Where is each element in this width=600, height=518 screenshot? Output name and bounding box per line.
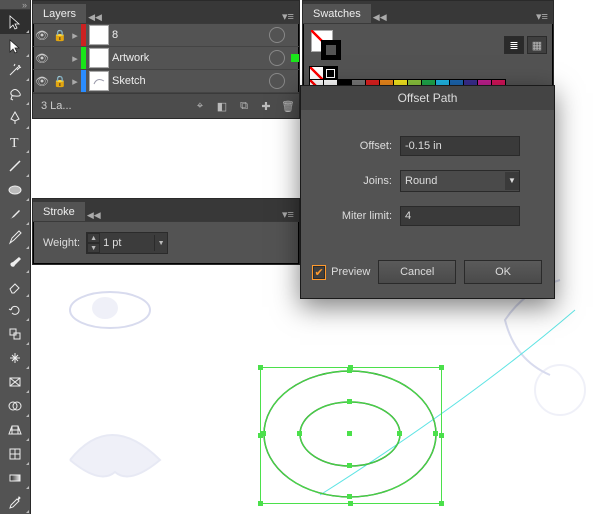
swatch-list-view-icon[interactable]: ≣ bbox=[504, 36, 524, 54]
panel-collapse-icon[interactable]: ◀◀ bbox=[87, 210, 101, 221]
offset-input[interactable] bbox=[400, 136, 520, 156]
lock-icon[interactable]: 🔒 bbox=[51, 75, 69, 88]
tab-stroke[interactable]: Stroke bbox=[33, 202, 85, 221]
direct-selection-tool[interactable] bbox=[0, 34, 30, 58]
blob-brush-tool[interactable] bbox=[0, 250, 30, 274]
dropdown-icon[interactable]: ▼ bbox=[154, 235, 167, 251]
panel-menu-icon[interactable]: ▾≡ bbox=[277, 208, 299, 221]
layer-name[interactable]: Artwork bbox=[112, 52, 269, 64]
pencil-tool[interactable] bbox=[0, 226, 30, 250]
swatches-row-top bbox=[309, 66, 547, 80]
joins-label: Joins: bbox=[317, 175, 392, 187]
preview-label: Preview bbox=[331, 266, 370, 278]
joins-value: Round bbox=[405, 175, 437, 187]
layer-row[interactable]: 👁🔒▸ Sketch bbox=[33, 70, 299, 93]
gradient-tool[interactable] bbox=[0, 466, 30, 490]
offset-label: Offset: bbox=[317, 140, 392, 152]
line-tool[interactable] bbox=[0, 154, 30, 178]
miter-limit-label: Miter limit: bbox=[317, 210, 392, 222]
tab-layers[interactable]: Layers bbox=[33, 4, 86, 23]
lasso-tool[interactable] bbox=[0, 82, 30, 106]
eraser-tool[interactable] bbox=[0, 274, 30, 298]
offset-path-dialog: Offset Path Offset: Joins: Round ▼ Miter… bbox=[300, 85, 555, 299]
layer-row[interactable]: 👁🔒▸ 8 bbox=[33, 24, 299, 47]
panel-collapse-icon[interactable]: ◀◀ bbox=[88, 12, 102, 23]
eyedropper-tool[interactable] bbox=[0, 490, 30, 514]
type-tool[interactable]: T bbox=[0, 130, 30, 154]
swatch-grid-view-icon[interactable]: ▦ bbox=[527, 36, 547, 54]
free-transform-tool[interactable] bbox=[0, 370, 30, 394]
cancel-button[interactable]: Cancel bbox=[378, 260, 456, 284]
stroke-weight-input[interactable] bbox=[100, 235, 154, 251]
perspective-grid-tool[interactable] bbox=[0, 418, 30, 442]
new-sublayer-icon[interactable]: ⧉ bbox=[233, 100, 255, 113]
chevron-down-icon: ▼ bbox=[505, 172, 519, 190]
layer-name[interactable]: 8 bbox=[112, 29, 269, 41]
selection-indicator bbox=[291, 31, 299, 39]
rectangle-tool[interactable] bbox=[0, 178, 30, 202]
disclosure-icon[interactable]: ▸ bbox=[69, 75, 81, 88]
layer-row[interactable]: 👁 ▸ Artwork bbox=[33, 47, 299, 70]
svg-text:T: T bbox=[10, 136, 19, 150]
target-icon[interactable] bbox=[269, 73, 285, 89]
stroke-weight-stepper[interactable]: ▲▼ ▼ bbox=[86, 232, 168, 254]
step-up-icon[interactable]: ▲ bbox=[87, 233, 100, 243]
layer-count-label: 3 La... bbox=[33, 100, 80, 112]
selection-indicator bbox=[291, 77, 299, 85]
layer-thumb bbox=[89, 48, 109, 68]
layer-thumb bbox=[89, 25, 109, 45]
joins-select[interactable]: Round ▼ bbox=[400, 170, 520, 192]
visibility-icon[interactable]: 👁 bbox=[33, 52, 51, 65]
shape-builder-tool[interactable] bbox=[0, 394, 30, 418]
ok-button[interactable]: OK bbox=[464, 260, 542, 284]
new-layer-icon[interactable]: ✚ bbox=[255, 100, 277, 113]
panel-menu-icon[interactable]: ▾≡ bbox=[531, 10, 553, 23]
fill-stroke-indicator[interactable] bbox=[311, 30, 341, 60]
dialog-title: Offset Path bbox=[301, 86, 554, 110]
selection-indicator bbox=[291, 54, 299, 62]
stroke-swatch[interactable] bbox=[321, 40, 341, 60]
lock-icon[interactable]: 🔒 bbox=[51, 29, 69, 42]
paintbrush-tool[interactable] bbox=[0, 202, 30, 226]
tools-panel: T bbox=[0, 0, 31, 514]
preview-checkbox[interactable]: ✔ bbox=[313, 266, 325, 279]
disclosure-icon[interactable]: ▸ bbox=[69, 52, 81, 65]
stroke-panel: Stroke ◀◀ ▾≡ Weight: ▲▼ ▼ bbox=[32, 198, 300, 265]
tools-grip[interactable] bbox=[0, 0, 30, 10]
tab-swatches[interactable]: Swatches bbox=[303, 4, 371, 23]
trash-icon[interactable]: 🗑 bbox=[277, 100, 299, 113]
clipping-mask-icon[interactable]: ◧ bbox=[211, 100, 233, 113]
target-icon[interactable] bbox=[269, 27, 285, 43]
mesh-tool[interactable] bbox=[0, 442, 30, 466]
scale-tool[interactable] bbox=[0, 322, 30, 346]
layers-panel: Layers ◀◀ ▾≡ 👁🔒▸8👁▸Artwork👁🔒▸Sketch 3 La… bbox=[32, 0, 300, 119]
magic-wand-tool[interactable] bbox=[0, 58, 30, 82]
disclosure-icon[interactable]: ▸ bbox=[69, 29, 81, 42]
step-down-icon[interactable]: ▼ bbox=[87, 243, 100, 253]
target-icon[interactable] bbox=[269, 50, 285, 66]
pen-tool[interactable] bbox=[0, 106, 30, 130]
panel-menu-icon[interactable]: ▾≡ bbox=[277, 10, 299, 23]
layer-name[interactable]: Sketch bbox=[112, 75, 269, 87]
visibility-icon[interactable]: 👁 bbox=[33, 29, 51, 42]
width-tool[interactable] bbox=[0, 346, 30, 370]
rotate-tool[interactable] bbox=[0, 298, 30, 322]
locate-layer-icon[interactable]: ⌖ bbox=[189, 100, 211, 113]
miter-limit-input[interactable] bbox=[400, 206, 520, 226]
visibility-icon[interactable]: 👁 bbox=[33, 75, 51, 88]
selection-bounding-box[interactable] bbox=[260, 367, 442, 504]
selection-tool[interactable] bbox=[0, 10, 30, 34]
panel-collapse-icon[interactable]: ◀◀ bbox=[373, 12, 387, 23]
stroke-weight-label: Weight: bbox=[43, 237, 80, 249]
layer-thumb bbox=[89, 71, 109, 91]
